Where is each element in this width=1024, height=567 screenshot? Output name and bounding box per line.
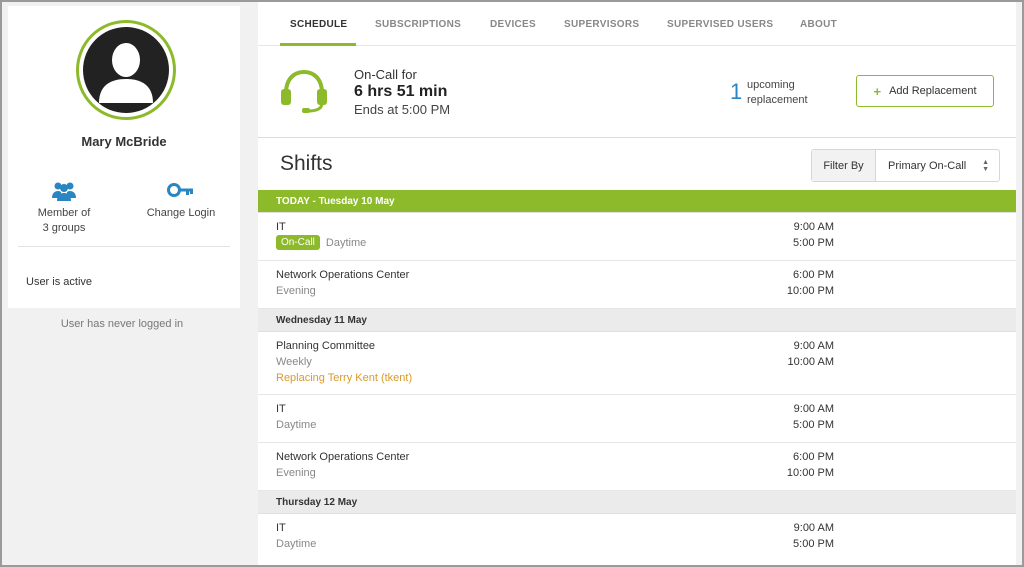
shifts-title: Shifts: [280, 152, 333, 175]
oncall-label: On-Call for: [354, 67, 417, 82]
shift-end-time: 10:00 PM: [786, 467, 834, 479]
shift-row[interactable]: Network Operations Center Evening 6:00 P…: [258, 261, 1022, 309]
shift-start-time: 9:00 AM: [793, 221, 834, 233]
shift-end-time: 10:00 AM: [787, 356, 834, 368]
day-header: Thursday 12 May: [258, 491, 1022, 514]
shift-start-time: 9:00 AM: [793, 522, 834, 534]
tab-subscriptions[interactable]: SUBSCRIPTIONS: [375, 19, 461, 30]
shift-name: IT: [276, 221, 286, 233]
person-icon: [83, 27, 169, 113]
shift-name: IT: [276, 403, 286, 415]
shift-start-time: 6:00 PM: [793, 269, 834, 281]
shift-end-time: 5:00 PM: [793, 538, 834, 550]
tab-about[interactable]: ABOUT: [800, 19, 837, 30]
day-header-today: TODAY - Tuesday 10 May: [258, 190, 1022, 213]
profile-card: Mary McBride Member of 3 groups Change L…: [8, 6, 240, 308]
plus-icon: +: [873, 83, 882, 99]
key-icon: [131, 180, 231, 202]
filter-control: Filter By Primary On-Call ▲ ▼: [811, 149, 1000, 182]
shift-row[interactable]: Planning Committee Weekly Replacing Terr…: [258, 332, 1022, 395]
avatar: [76, 20, 176, 120]
active-tab-indicator: [280, 43, 356, 46]
scrollbar-track[interactable]: [1016, 2, 1022, 565]
group-icon: [14, 180, 114, 202]
change-login-label: Change Login: [146, 207, 216, 219]
upcoming-count[interactable]: 1: [730, 79, 742, 105]
oncall-duration: 6 hrs 51 min: [354, 83, 448, 100]
shift-list: TODAY - Tuesday 10 May IT On-Call Daytim…: [258, 190, 1022, 562]
shift-start-time: 9:00 AM: [793, 340, 834, 352]
shift-start-time: 9:00 AM: [793, 403, 834, 415]
shift-end-time: 5:00 PM: [793, 419, 834, 431]
select-arrows-icon: ▲ ▼: [982, 159, 989, 173]
shift-subtitle: Daytime: [276, 538, 317, 550]
filter-select[interactable]: Primary On-Call ▲ ▼: [876, 150, 999, 181]
add-replacement-label: Add Replacement: [889, 85, 977, 97]
oncall-summary: On-Call for 6 hrs 51 min Ends at 5:00 PM…: [258, 47, 1022, 138]
groups-label-line1: Member of: [37, 207, 91, 219]
shift-subtitle: Daytime: [325, 236, 367, 249]
shift-name: Network Operations Center: [276, 451, 410, 463]
filter-label: Filter By: [812, 150, 876, 181]
last-login-text: User has never logged in: [60, 318, 184, 330]
tab-supervised-users[interactable]: SUPERVISED USERS: [667, 19, 773, 30]
divider: [18, 246, 230, 247]
main-panel: SCHEDULE SUBSCRIPTIONS DEVICES SUPERVISO…: [258, 2, 1022, 565]
upcoming-line2: replacement: [747, 94, 808, 106]
tab-supervisors[interactable]: SUPERVISORS: [564, 19, 639, 30]
shift-name: IT: [276, 522, 286, 534]
shift-end-time: 10:00 PM: [786, 285, 834, 297]
upcoming-line1: upcoming: [747, 79, 795, 91]
shift-subtitle: Evening: [276, 285, 316, 297]
oncall-badge: On-Call: [276, 235, 320, 250]
shift-name: Network Operations Center: [276, 269, 410, 281]
shift-row[interactable]: Network Operations Center Evening 6:00 P…: [258, 443, 1022, 491]
shift-row[interactable]: IT Daytime 9:00 AM 5:00 PM: [258, 395, 1022, 443]
user-name: Mary McBride: [81, 134, 167, 149]
app-window: Mary McBride Member of 3 groups Change L…: [0, 0, 1024, 567]
oncall-ends: Ends at 5:00 PM: [354, 102, 451, 117]
shift-row[interactable]: IT Daytime 9:00 AM 5:00 PM: [258, 514, 1022, 562]
shift-start-time: 6:00 PM: [793, 451, 834, 463]
filter-value: Primary On-Call: [888, 159, 967, 172]
replacing-text: Replacing Terry Kent (tkent): [276, 372, 413, 384]
tab-schedule[interactable]: SCHEDULE: [290, 19, 347, 30]
add-replacement-button[interactable]: + Add Replacement: [856, 75, 994, 107]
member-groups-link[interactable]: Member of 3 groups: [14, 180, 114, 236]
shift-name: Planning Committee: [276, 340, 376, 352]
day-header: Wednesday 11 May: [258, 309, 1022, 332]
tab-devices[interactable]: DEVICES: [490, 19, 536, 30]
shift-subtitle: Weekly: [276, 356, 312, 368]
shift-subtitle: Daytime: [276, 419, 317, 431]
user-sidebar: Mary McBride Member of 3 groups Change L…: [2, 2, 242, 565]
headset-icon: [278, 67, 330, 117]
shift-subtitle: Evening: [276, 467, 316, 479]
groups-label-line2: 3 groups: [42, 222, 86, 234]
user-status: User is active: [26, 276, 93, 288]
change-login-link[interactable]: Change Login: [131, 180, 231, 221]
shift-sub: On-Call Daytime: [276, 235, 366, 250]
shift-end-time: 5:00 PM: [793, 237, 834, 249]
shift-row[interactable]: IT On-Call Daytime 9:00 AM 5:00 PM: [258, 213, 1022, 261]
upcoming-label: upcoming replacement: [747, 78, 837, 108]
tab-bar: SCHEDULE SUBSCRIPTIONS DEVICES SUPERVISO…: [258, 2, 1022, 46]
